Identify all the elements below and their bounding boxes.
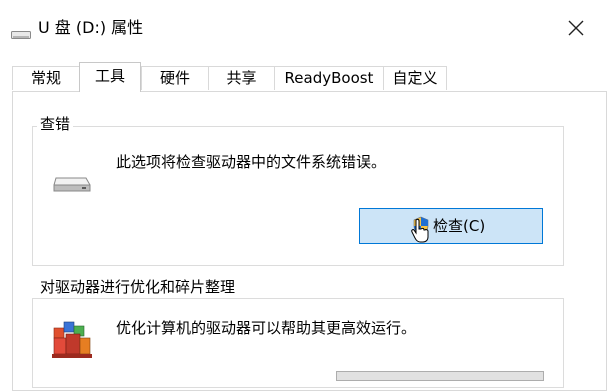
- tab-strip: 常规 工具 硬件 共享 ReadyBoost 自定义: [0, 62, 615, 92]
- drive-icon: [11, 25, 31, 44]
- error-check-description: 此选项将检查驱动器中的文件系统错误。: [116, 153, 387, 171]
- tab-tools[interactable]: 工具: [79, 62, 141, 92]
- optimize-title: 对驱动器进行优化和碎片整理: [37, 277, 239, 297]
- tab-customize[interactable]: 自定义: [383, 66, 447, 90]
- drive-icon: [52, 176, 92, 198]
- mouse-cursor-icon: [411, 218, 429, 243]
- optimize-description: 优化计算机的驱动器可以帮助其更高效运行。: [116, 319, 417, 337]
- error-check-title: 查错: [37, 114, 74, 134]
- close-button[interactable]: [556, 12, 596, 44]
- check-button[interactable]: 检查(C): [359, 208, 543, 244]
- title-bar: U 盘 (D:) 属性: [0, 0, 615, 56]
- tab-hardware[interactable]: 硬件: [141, 66, 209, 90]
- check-button-label: 检查(C): [433, 217, 486, 235]
- error-check-group: [32, 126, 564, 266]
- defrag-icon: [50, 316, 96, 364]
- tab-sharing[interactable]: 共享: [208, 66, 275, 90]
- window-title: U 盘 (D:) 属性: [38, 18, 144, 37]
- tab-readyboost[interactable]: ReadyBoost: [274, 66, 384, 90]
- close-icon: [568, 20, 584, 36]
- tab-general[interactable]: 常规: [12, 66, 80, 90]
- optimize-button[interactable]: [336, 371, 544, 381]
